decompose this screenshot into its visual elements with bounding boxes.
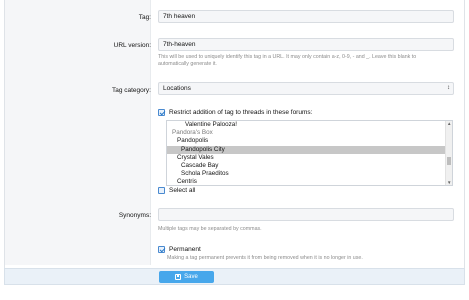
forum-list-item[interactable]: Valentine Palooza! (167, 121, 452, 129)
save-button-label: Save (184, 274, 198, 280)
permanent-hint: Making a tag permanent prevents it from … (167, 255, 363, 261)
scroll-up-arrow-icon[interactable]: ▲ (447, 121, 451, 126)
forum-list-item: Pandora's Box (172, 129, 213, 137)
synonyms-label: Synonyms: (118, 212, 151, 219)
permanent-option[interactable]: Permanent (158, 246, 201, 253)
forum-list-scrollbar[interactable]: ▲ ▼ (445, 121, 452, 185)
url-version-hint-line2: automatically generate it. (158, 61, 217, 67)
floppy-disk-icon (175, 274, 182, 280)
select-all-checkbox[interactable] (158, 187, 165, 194)
synonyms-hint: Multiple tags may be separated by commas… (158, 226, 262, 232)
restrict-forums-option[interactable]: Restrict addition of tag to threads in t… (158, 109, 312, 116)
chevron-up-down-icon: ↕ (447, 85, 450, 91)
forum-list-item[interactable]: Pandopolis (167, 137, 452, 145)
permanent-label: Permanent (169, 246, 201, 253)
forum-list-item[interactable]: Centris (167, 178, 452, 185)
forum-list-item[interactable]: Pandopolis City (167, 145, 452, 154)
forum-list-item[interactable]: Crystal Vales (167, 154, 452, 162)
tag-label: Tag: (138, 14, 151, 21)
tag-category-label: Tag category: (111, 87, 151, 94)
forum-multiselect[interactable]: Valentine Palooza! Pandora's Box Pandopoli… (166, 120, 453, 186)
forum-list: Valentine Palooza! Pandora's Box Pandopoli… (167, 121, 452, 185)
permanent-checkbox[interactable] (158, 246, 165, 253)
url-version-input[interactable]: 7th-heaven (158, 38, 454, 51)
restrict-forums-label: Restrict addition of tag to threads in t… (169, 109, 313, 116)
scrollbar-thumb[interactable] (447, 157, 451, 165)
synonyms-input[interactable] (158, 208, 454, 221)
label-column (5, 0, 151, 265)
tag-category-selected-value: Locations (163, 85, 191, 92)
select-all-label: Select all (169, 187, 196, 194)
scroll-down-arrow-icon[interactable]: ▼ (447, 180, 451, 185)
forum-list-item[interactable]: Cascade Bay (167, 162, 452, 170)
form-footer: Save (4, 268, 465, 285)
tag-category-select[interactable]: Locations ↕ (158, 82, 454, 95)
forum-list-item[interactable]: Schola Praeditos (167, 170, 452, 178)
save-button[interactable]: Save (159, 271, 214, 283)
url-version-label: URL version: (113, 42, 151, 49)
select-all-option[interactable]: Select all (158, 187, 195, 194)
restrict-forums-checkbox[interactable] (158, 109, 165, 116)
tag-input[interactable]: 7th heaven (158, 10, 454, 23)
